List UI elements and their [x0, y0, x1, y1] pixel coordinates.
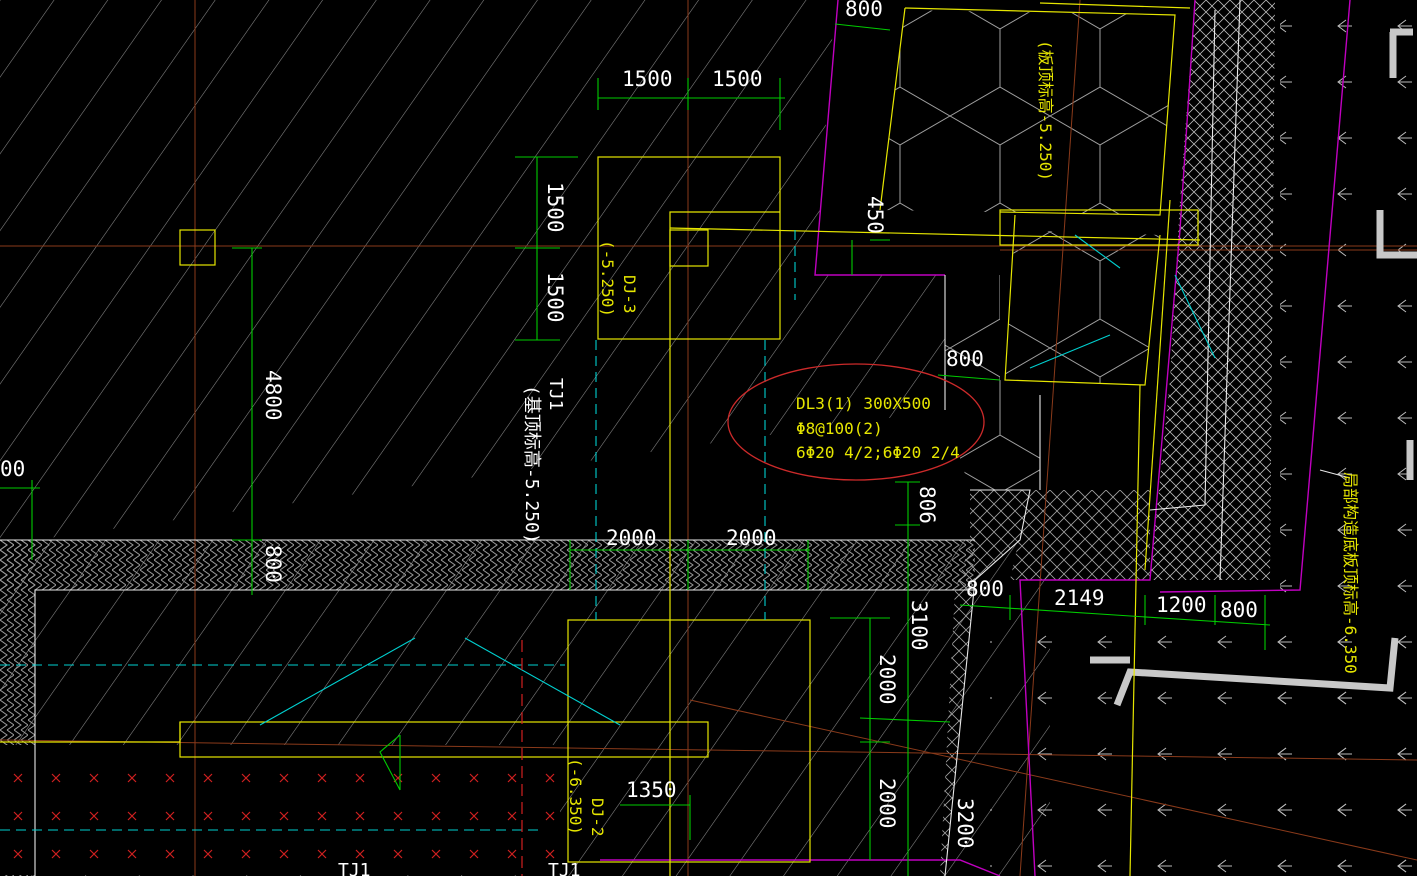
- footing-dj3-elev: (-5.250): [598, 240, 617, 317]
- dim-2000-bottom: 2000: [875, 778, 899, 829]
- bottom-label-tj1-b: TJ1: [548, 860, 581, 876]
- dim-bottom-800-a: 800: [966, 577, 1004, 601]
- dim-2000-right: 2000: [875, 654, 899, 705]
- footing-dj3-name: DJ-3: [620, 275, 639, 314]
- footing-dj2-elev: (-6.350): [566, 758, 585, 835]
- dim-3200: 3200: [953, 798, 977, 849]
- dim-1500-v1: 1500: [543, 182, 567, 233]
- dim-806: 806: [915, 486, 939, 524]
- bottom-label-tj1-a: TJ1: [338, 860, 371, 876]
- dim-top-800: 800: [845, 0, 883, 21]
- dim-1500-v2: 1500: [543, 272, 567, 323]
- dim-450: 450: [863, 196, 887, 234]
- strip-tj1-name: TJ1: [545, 378, 566, 411]
- dim-bottom-2149: 2149: [1054, 586, 1105, 610]
- dim-2000-b: 2000: [726, 526, 777, 550]
- dim-1350: 1350: [626, 778, 677, 802]
- dim-bottom-1200: 1200: [1156, 593, 1207, 617]
- slab-top-elev: (板顶标高-5.250): [1036, 40, 1055, 181]
- dim-00-left: 00: [0, 457, 25, 481]
- footing-dj2-name: DJ-2: [588, 798, 607, 837]
- dim-1500-b: 1500: [712, 67, 763, 91]
- strip-tj1-elev: (基顶标高-5.250): [521, 385, 542, 544]
- dim-bottom-800-b: 800: [1220, 598, 1258, 622]
- cad-drawing-canvas[interactable]: 800 1500 1500 1500 1500 4800 800 00 2000…: [0, 0, 1417, 876]
- beam-callout-line1: DL3(1) 300X500: [796, 394, 931, 413]
- dim-2000-a: 2000: [606, 526, 657, 550]
- right-note: 局部构造底板顶标高-6.350: [1341, 472, 1360, 674]
- beam-callout-line3: 6Φ20 4/2;6Φ20 2/4: [796, 443, 960, 462]
- dim-800-mid: 800: [946, 347, 984, 371]
- dim-3100: 3100: [907, 600, 931, 651]
- dim-800-lower: 800: [261, 545, 285, 583]
- dim-4800: 4800: [261, 370, 285, 421]
- dim-1500-a: 1500: [622, 67, 673, 91]
- beam-callout-line2: Φ8@100(2): [796, 419, 883, 438]
